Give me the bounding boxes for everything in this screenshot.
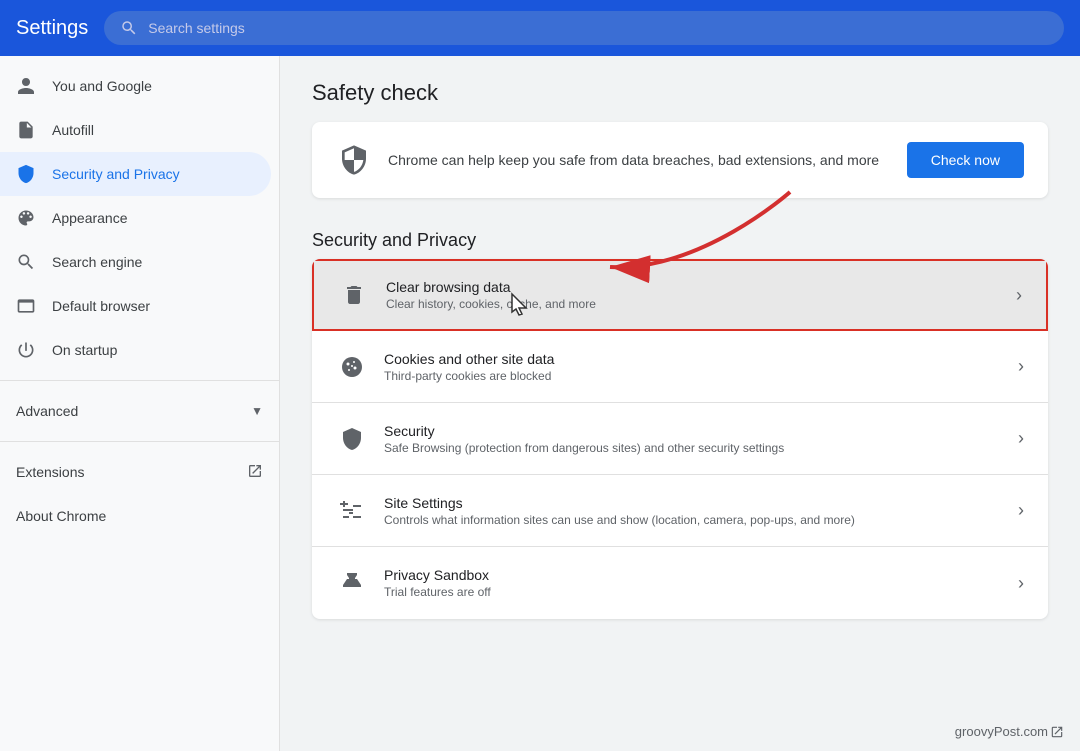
sidebar-divider-2 — [0, 441, 279, 442]
sidebar-item-label: Autofill — [52, 122, 94, 138]
safety-check-description: Chrome can help keep you safe from data … — [388, 150, 891, 171]
extensions-label: Extensions — [16, 464, 84, 480]
sidebar: You and Google Autofill Security and Pri… — [0, 56, 280, 751]
settings-row-cookies[interactable]: Cookies and other site data Third-party … — [312, 331, 1048, 403]
row-content: Site Settings Controls what information … — [384, 495, 1002, 527]
sidebar-item-about-chrome[interactable]: About Chrome — [0, 494, 279, 538]
sidebar-item-on-startup[interactable]: On startup — [0, 328, 271, 372]
row-title: Clear browsing data — [386, 279, 1000, 295]
header: Settings — [0, 0, 1080, 56]
safety-check-card: Chrome can help keep you safe from data … — [312, 122, 1048, 198]
chevron-right-icon: › — [1018, 356, 1024, 377]
main-content: Safety check Chrome can help keep you sa… — [280, 56, 1080, 751]
palette-icon — [16, 208, 36, 228]
row-title: Cookies and other site data — [384, 351, 1002, 367]
section-title: Security and Privacy — [312, 230, 1048, 251]
shield-icon — [16, 164, 36, 184]
sidebar-item-label: Default browser — [52, 298, 150, 314]
sidebar-item-label: You and Google — [52, 78, 152, 94]
sidebar-item-label: Search engine — [52, 254, 142, 270]
chevron-right-icon: › — [1018, 500, 1024, 521]
row-subtitle: Controls what information sites can use … — [384, 513, 1002, 527]
settings-row-security[interactable]: Security Safe Browsing (protection from … — [312, 403, 1048, 475]
watermark: groovyPost.com — [955, 724, 1064, 739]
sidebar-item-advanced[interactable]: Advanced ▼ — [0, 389, 279, 433]
autofill-icon — [16, 120, 36, 140]
sidebar-item-you-and-google[interactable]: You and Google — [0, 64, 271, 108]
row-content: Clear browsing data Clear history, cooki… — [386, 279, 1000, 311]
row-title: Site Settings — [384, 495, 1002, 511]
cookie-icon — [336, 351, 368, 383]
row-subtitle: Clear history, cookies, cache, and more — [386, 297, 1000, 311]
sidebar-divider-1 — [0, 380, 279, 381]
row-title: Security — [384, 423, 1002, 439]
sidebar-item-extensions[interactable]: Extensions — [0, 450, 279, 494]
search-icon — [16, 252, 36, 272]
sliders-icon — [336, 495, 368, 527]
check-now-button[interactable]: Check now — [907, 142, 1024, 178]
chevron-right-icon: › — [1016, 285, 1022, 306]
sidebar-item-label: Security and Privacy — [52, 166, 180, 182]
row-content: Cookies and other site data Third-party … — [384, 351, 1002, 383]
settings-row-site-settings[interactable]: Site Settings Controls what information … — [312, 475, 1048, 547]
search-bar[interactable] — [104, 11, 1064, 45]
chevron-right-icon: › — [1018, 573, 1024, 594]
person-icon — [16, 76, 36, 96]
chevron-down-icon: ▼ — [251, 404, 263, 418]
settings-row-privacy-sandbox[interactable]: Privacy Sandbox Trial features are off › — [312, 547, 1048, 619]
advanced-label: Advanced — [16, 403, 78, 419]
sidebar-item-autofill[interactable]: Autofill — [0, 108, 271, 152]
flask-icon — [336, 567, 368, 599]
external-link-icon — [1050, 725, 1064, 739]
search-icon — [120, 19, 138, 37]
row-subtitle: Trial features are off — [384, 585, 1002, 599]
sidebar-item-appearance[interactable]: Appearance — [0, 196, 271, 240]
about-chrome-label: About Chrome — [16, 508, 106, 524]
row-content: Security Safe Browsing (protection from … — [384, 423, 1002, 455]
sidebar-item-label: On startup — [52, 342, 117, 358]
trash-icon — [338, 279, 370, 311]
safety-shield-icon — [336, 142, 372, 178]
app-title: Settings — [16, 17, 88, 40]
row-title: Privacy Sandbox — [384, 567, 1002, 583]
row-subtitle: Safe Browsing (protection from dangerous… — [384, 441, 1002, 455]
row-content: Privacy Sandbox Trial features are off — [384, 567, 1002, 599]
safety-check-title: Safety check — [312, 80, 1048, 106]
settings-row-clear-browsing-data[interactable]: Clear browsing data Clear history, cooki… — [312, 259, 1048, 331]
settings-list: Clear browsing data Clear history, cooki… — [312, 259, 1048, 619]
external-link-icon — [247, 463, 263, 482]
sidebar-item-search-engine[interactable]: Search engine — [0, 240, 271, 284]
power-icon — [16, 340, 36, 360]
sidebar-item-label: Appearance — [52, 210, 128, 226]
body: You and Google Autofill Security and Pri… — [0, 56, 1080, 751]
sidebar-item-default-browser[interactable]: Default browser — [0, 284, 271, 328]
browser-icon — [16, 296, 36, 316]
search-input[interactable] — [148, 20, 1048, 36]
chevron-right-icon: › — [1018, 428, 1024, 449]
sidebar-item-security-privacy[interactable]: Security and Privacy — [0, 152, 271, 196]
row-subtitle: Third-party cookies are blocked — [384, 369, 1002, 383]
shield2-icon — [336, 423, 368, 455]
